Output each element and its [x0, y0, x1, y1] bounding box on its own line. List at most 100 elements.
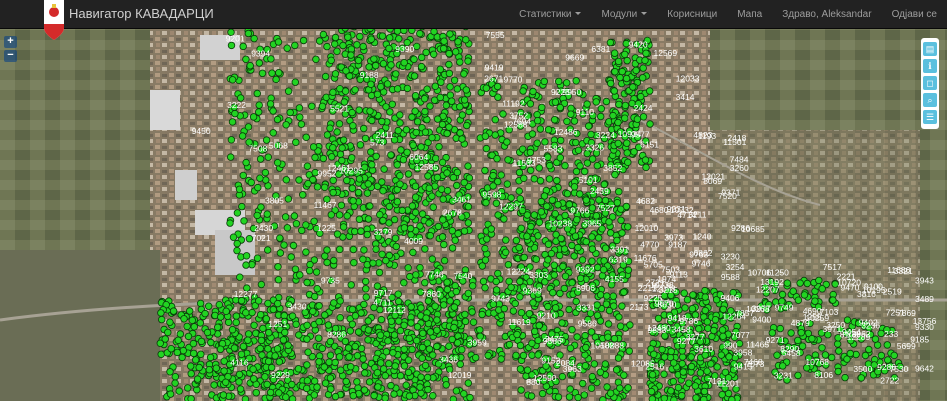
map-marker[interactable]: [574, 146, 583, 154]
map-marker[interactable]: [324, 321, 333, 329]
map-marker[interactable]: [229, 233, 238, 241]
map-marker[interactable]: [191, 356, 200, 364]
map-marker[interactable]: [528, 351, 536, 359]
map-marker[interactable]: [348, 108, 356, 117]
map-marker[interactable]: [439, 195, 447, 203]
map-marker[interactable]: [504, 156, 512, 164]
map-marker[interactable]: [527, 222, 535, 231]
map-marker[interactable]: [545, 175, 554, 183]
map-marker[interactable]: [402, 125, 411, 134]
map-marker[interactable]: [264, 345, 272, 353]
map-marker[interactable]: [725, 353, 733, 361]
map-marker[interactable]: [685, 379, 693, 387]
map-marker[interactable]: [713, 363, 721, 371]
map-marker[interactable]: [227, 136, 236, 144]
map-marker[interactable]: [574, 393, 582, 401]
map-marker[interactable]: [642, 49, 650, 57]
map-marker[interactable]: [669, 377, 678, 386]
map-marker[interactable]: [566, 344, 575, 352]
map-marker[interactable]: [328, 153, 336, 161]
map-marker[interactable]: [320, 363, 328, 371]
map-marker[interactable]: [453, 181, 461, 190]
map-marker[interactable]: [364, 326, 373, 334]
map-marker[interactable]: [519, 351, 528, 360]
map-marker[interactable]: [396, 372, 405, 380]
map-marker[interactable]: [696, 369, 705, 377]
map-marker[interactable]: [382, 256, 390, 265]
map-marker[interactable]: [319, 154, 328, 163]
map-marker[interactable]: [800, 291, 809, 299]
map-marker[interactable]: [544, 240, 553, 248]
map-marker[interactable]: [550, 115, 559, 124]
map-marker[interactable]: [419, 329, 427, 337]
map-marker[interactable]: [186, 362, 195, 370]
map-marker[interactable]: [263, 380, 271, 389]
map-marker[interactable]: [558, 319, 566, 327]
map-marker[interactable]: [303, 384, 311, 393]
map-marker[interactable]: [255, 101, 263, 109]
map-marker[interactable]: [828, 353, 836, 362]
map-marker[interactable]: [492, 286, 501, 294]
map-marker[interactable]: [374, 383, 382, 391]
map-marker[interactable]: [434, 222, 443, 231]
map-marker[interactable]: [615, 187, 623, 196]
map-marker[interactable]: [625, 347, 633, 355]
map-marker[interactable]: [621, 50, 629, 59]
map-marker[interactable]: [540, 77, 548, 86]
map-marker[interactable]: [387, 193, 396, 201]
map-marker[interactable]: [240, 217, 248, 225]
map-marker[interactable]: [323, 131, 331, 139]
map-marker[interactable]: [701, 306, 709, 315]
map-marker[interactable]: [574, 243, 582, 252]
map-marker[interactable]: [421, 279, 429, 287]
map-marker[interactable]: [615, 100, 623, 109]
map-marker[interactable]: [505, 340, 514, 349]
map-marker[interactable]: [239, 171, 247, 180]
map-marker[interactable]: [648, 371, 657, 379]
map-marker[interactable]: [187, 370, 195, 378]
map-marker[interactable]: [241, 395, 250, 401]
map-marker[interactable]: [264, 246, 272, 254]
map-marker[interactable]: [617, 205, 625, 213]
map-marker[interactable]: [166, 368, 174, 376]
map-marker[interactable]: [171, 379, 179, 387]
map-marker[interactable]: [333, 47, 341, 55]
map-marker[interactable]: [500, 304, 508, 313]
map-marker[interactable]: [554, 393, 563, 401]
map-marker[interactable]: [355, 215, 364, 223]
map-marker[interactable]: [717, 351, 725, 359]
map-marker[interactable]: [588, 233, 596, 241]
map-marker[interactable]: [418, 343, 427, 352]
map-view[interactable]: 10295 3852 3958 3962 10588 7555 7484 10706 3959 3…: [0, 0, 947, 401]
map-marker[interactable]: [520, 174, 528, 182]
map-marker[interactable]: [535, 164, 543, 172]
map-marker[interactable]: [580, 167, 589, 176]
map-marker[interactable]: [360, 124, 368, 133]
map-marker[interactable]: [458, 135, 466, 143]
map-marker[interactable]: [572, 77, 580, 85]
map-marker[interactable]: [309, 307, 317, 315]
satellite-map[interactable]: 10295 38523958396210588755574841070639593…: [0, 0, 947, 401]
map-marker[interactable]: [700, 395, 708, 401]
map-marker[interactable]: [606, 389, 615, 397]
map-marker[interactable]: [533, 110, 541, 119]
map-marker[interactable]: [364, 336, 372, 344]
map-marker[interactable]: [385, 360, 393, 368]
map-marker[interactable]: [366, 202, 374, 210]
map-marker[interactable]: [357, 227, 365, 235]
map-marker[interactable]: [516, 277, 524, 286]
map-marker[interactable]: [582, 196, 590, 204]
map-marker[interactable]: [428, 192, 436, 200]
map-marker[interactable]: [435, 142, 443, 151]
map-marker[interactable]: [335, 353, 344, 361]
map-marker[interactable]: [621, 114, 629, 122]
map-marker[interactable]: [446, 297, 454, 305]
map-marker[interactable]: [405, 334, 413, 343]
map-marker[interactable]: [434, 115, 442, 123]
map-marker[interactable]: [581, 331, 589, 340]
map-marker[interactable]: [576, 190, 584, 198]
map-marker[interactable]: [183, 384, 192, 392]
map-marker[interactable]: [604, 333, 612, 341]
map-marker[interactable]: [392, 70, 400, 78]
map-marker[interactable]: [303, 162, 312, 170]
